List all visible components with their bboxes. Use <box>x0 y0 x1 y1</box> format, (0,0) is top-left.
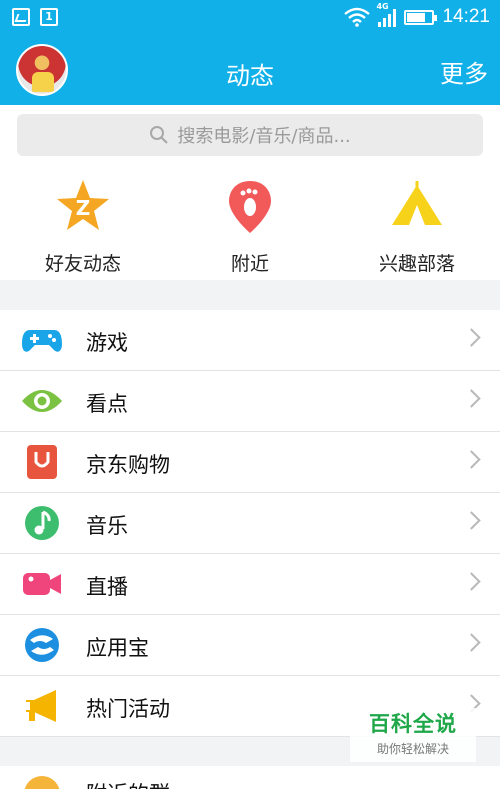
menu-item-label: 直播 <box>86 575 128 599</box>
menu-item-label: 音乐 <box>86 514 128 538</box>
menu-item-app-store[interactable]: 应用宝 <box>0 615 500 676</box>
menu-item-live[interactable]: 直播 <box>0 554 500 615</box>
network-type: 4G <box>376 2 389 11</box>
quick-action-label: 附近 <box>230 253 269 275</box>
star-z-icon: Z <box>57 180 109 230</box>
chevron-right-icon <box>462 389 481 408</box>
footprint-pin-icon <box>229 181 271 233</box>
quick-action-friends[interactable]: Z 好友动态 <box>13 177 153 276</box>
menu-item-music[interactable]: 音乐 <box>0 493 500 554</box>
svg-text:Z: Z <box>76 196 91 220</box>
app-store-icon <box>25 628 59 662</box>
status-notifications: 1 <box>12 8 58 26</box>
battery-icon <box>404 9 438 25</box>
menu-list: 游戏 看点 京东购物 音乐 直播 应用宝 热门活动 <box>0 310 500 737</box>
clock: 14:21 <box>442 6 490 27</box>
menu-item-label: 应用宝 <box>86 636 149 660</box>
more-button[interactable]: 更多 <box>440 54 488 89</box>
quick-action-tribe[interactable]: 兴趣部落 <box>347 177 487 276</box>
eye-icon <box>22 390 62 412</box>
megaphone-icon <box>26 690 56 722</box>
video-camera-icon <box>23 573 61 595</box>
menu-item-jd-shopping[interactable]: 京东购物 <box>0 432 500 493</box>
number-notification-icon: 1 <box>40 8 58 26</box>
menu-item-label: 看点 <box>86 392 128 416</box>
menu-list-secondary: 附近的群 <box>0 766 500 789</box>
status-indicators: 4G 14:21 <box>344 2 490 28</box>
chevron-right-icon <box>462 511 481 530</box>
chevron-right-icon <box>462 572 481 591</box>
gamepad-icon <box>22 330 62 352</box>
status-bar: 1 4G 14:21 <box>0 0 500 36</box>
menu-item-label: 京东购物 <box>86 453 170 477</box>
nearby-group-icon <box>24 776 60 789</box>
menu-item-label: 热门活动 <box>86 697 170 721</box>
menu-item-kandian[interactable]: 看点 <box>0 371 500 432</box>
search-input[interactable]: 搜索电影/音乐/商品... <box>17 114 483 156</box>
chevron-right-icon <box>462 450 481 469</box>
signal-icon: 4G <box>376 2 397 27</box>
app-header: 动态 更多 <box>0 36 500 105</box>
chevron-right-icon <box>462 633 481 652</box>
battery-fill <box>407 12 426 22</box>
wifi-icon <box>344 7 371 27</box>
watermark-subtitle: 助你轻松解决 <box>376 742 449 756</box>
quick-action-nearby[interactable]: 附近 <box>180 177 320 276</box>
page-title: 动态 <box>226 62 274 90</box>
menu-item-label: 游戏 <box>86 331 128 355</box>
shopping-bag-icon <box>27 445 57 479</box>
quick-action-label: 好友动态 <box>44 253 121 275</box>
chevron-right-icon <box>462 328 481 347</box>
search-placeholder: 搜索电影/音乐/商品... <box>177 126 351 147</box>
search-section: 搜索电影/音乐/商品... <box>0 105 500 163</box>
image-notification-icon <box>12 8 30 26</box>
menu-item-games[interactable]: 游戏 <box>0 310 500 371</box>
quick-actions: Z 好友动态 附近 兴趣部落 <box>0 163 500 280</box>
quick-action-label: 兴趣部落 <box>378 253 455 275</box>
search-icon <box>150 126 169 144</box>
tent-icon <box>392 181 442 225</box>
watermark: 百科全说 助你轻松解决 <box>350 708 476 762</box>
menu-item-label: 附近的群 <box>86 778 170 789</box>
music-icon <box>25 506 59 540</box>
watermark-title: 百科全说 <box>369 712 457 736</box>
